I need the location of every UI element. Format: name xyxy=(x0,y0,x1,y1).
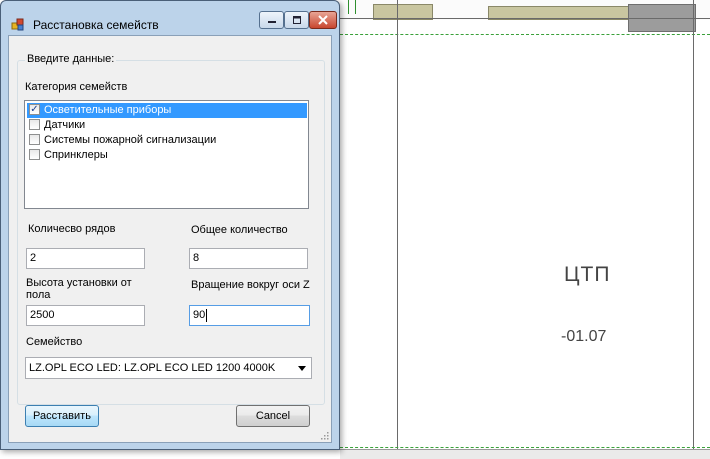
checkbox-icon[interactable] xyxy=(29,134,40,145)
title-bar[interactable]: Расстановка семейств xyxy=(1,1,339,35)
wall-line xyxy=(693,0,694,458)
wall-line xyxy=(397,0,398,458)
checkbox-icon[interactable] xyxy=(29,149,40,160)
rotation-input[interactable]: 90 xyxy=(189,305,310,326)
category-checklist[interactable]: ✓ Осветительные приборы Датчики Системы … xyxy=(24,100,309,209)
checkbox-icon[interactable] xyxy=(29,119,40,130)
rotation-value: 90 xyxy=(193,309,206,321)
family-label: Семейство xyxy=(26,336,83,348)
green-dashed-line xyxy=(340,34,710,35)
text-caret xyxy=(206,308,208,322)
category-item-sprinklers[interactable]: Спринклеры xyxy=(27,148,307,163)
height-label-line2: пола xyxy=(26,289,51,301)
close-icon xyxy=(318,15,328,25)
close-button[interactable] xyxy=(309,11,337,29)
height-label-line1: Высота установки от xyxy=(26,277,132,289)
window-title: Расстановка семейств xyxy=(33,18,159,32)
green-line xyxy=(348,0,349,14)
room-name-label: ЦТП xyxy=(564,263,611,286)
maximize-button[interactable] xyxy=(284,11,309,29)
group-title: Введите данные: xyxy=(25,53,117,65)
rotation-label: Вращение вокруг оси Z xyxy=(191,279,310,291)
total-input[interactable]: 8 xyxy=(189,248,308,269)
rows-input[interactable]: 2 xyxy=(26,248,145,269)
dialog-client-area: Введите данные: Категория семейств ✓ Осв… xyxy=(8,35,332,443)
cancel-button[interactable]: Cancel xyxy=(236,405,310,427)
family-selected-value: LZ.OPL ECO LED: LZ.OPL ECO LED 1200 4000… xyxy=(29,362,276,374)
height-input[interactable]: 2500 xyxy=(26,305,145,326)
level-label: -01.07 xyxy=(561,328,607,345)
family-placement-window: Расстановка семейств Введите данные: Кат… xyxy=(0,0,340,450)
category-item-sensors[interactable]: Датчики xyxy=(27,118,307,133)
family-dropdown[interactable]: LZ.OPL ECO LED: LZ.OPL ECO LED 1200 4000… xyxy=(25,357,312,379)
checkbox-checked-icon[interactable]: ✓ xyxy=(29,104,40,115)
green-line xyxy=(355,0,356,14)
category-label: Категория семейств xyxy=(25,81,128,93)
total-label: Общее количество xyxy=(191,224,288,236)
green-dashed-line xyxy=(340,447,710,448)
wall-line xyxy=(340,18,710,19)
minimize-icon xyxy=(267,21,276,23)
maximize-icon xyxy=(292,16,301,24)
rows-label: Количесво рядов xyxy=(28,223,116,235)
resize-grip-icon[interactable] xyxy=(319,430,329,440)
category-item-fire-alarm[interactable]: Системы пожарной сигнализации xyxy=(27,133,307,148)
category-item-lighting[interactable]: ✓ Осветительные приборы xyxy=(27,103,307,118)
minimize-button[interactable] xyxy=(259,11,284,29)
place-button[interactable]: Расставить xyxy=(25,405,99,427)
dropdown-arrow-icon[interactable] xyxy=(298,366,306,371)
app-icon xyxy=(11,18,24,31)
